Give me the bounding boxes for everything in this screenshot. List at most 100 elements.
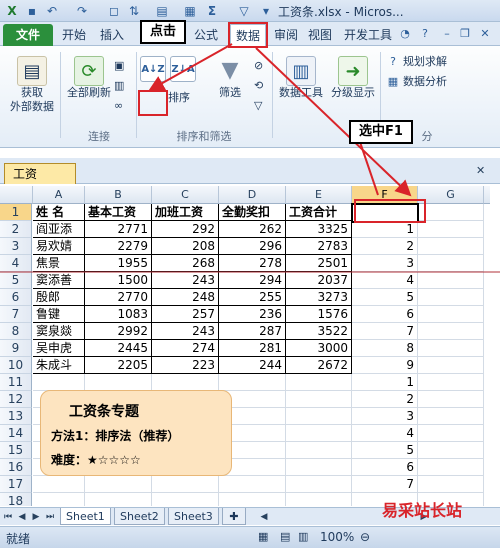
row-header[interactable]: 18: [0, 493, 32, 506]
table-cell[interactable]: 2037: [286, 272, 352, 289]
normal-view-icon[interactable]: ▦: [258, 530, 268, 543]
table-cell[interactable]: 2205: [85, 357, 152, 374]
row-header[interactable]: 16: [0, 459, 32, 476]
tab-insert[interactable]: 插入: [96, 24, 128, 46]
helper-cell[interactable]: 7: [352, 323, 418, 340]
empty-cell[interactable]: [418, 391, 484, 408]
table-cell[interactable]: 287: [219, 323, 286, 340]
solver-button[interactable]: ? 规划求解: [386, 54, 447, 70]
table-cell[interactable]: 248: [152, 289, 219, 306]
refresh-all-button[interactable]: ⟳ 全部刷新: [64, 56, 114, 100]
sum-icon[interactable]: Σ: [204, 3, 220, 19]
table-cell[interactable]: 223: [152, 357, 219, 374]
zoom-out-icon[interactable]: ⊖: [360, 530, 370, 544]
clear-filter-icon[interactable]: ⊘: [254, 58, 263, 74]
table-cell[interactable]: 255: [219, 289, 286, 306]
table-cell[interactable]: 236: [219, 306, 286, 323]
prev-sheet-icon[interactable]: ◀: [16, 510, 28, 524]
empty-cell[interactable]: [418, 476, 484, 493]
sheet-tab-sheet1[interactable]: Sheet1: [60, 508, 111, 525]
empty-cell[interactable]: [85, 374, 152, 391]
empty-cell[interactable]: [152, 493, 219, 506]
redo-icon[interactable]: ↷: [74, 3, 90, 19]
get-external-data-button[interactable]: ▤ 获取 外部数据: [8, 56, 56, 114]
table-cell[interactable]: 3000: [286, 340, 352, 357]
empty-cell[interactable]: [418, 272, 484, 289]
empty-cell[interactable]: [219, 476, 286, 493]
page-break-icon[interactable]: ▥: [298, 530, 308, 543]
more-icon[interactable]: ▾: [258, 3, 274, 19]
row-header[interactable]: 2: [0, 221, 32, 238]
tab-home[interactable]: 开始: [58, 24, 90, 46]
advanced-filter-icon[interactable]: ▽: [254, 98, 262, 114]
table-cell[interactable]: 1500: [85, 272, 152, 289]
empty-cell[interactable]: [219, 493, 286, 506]
help-circle-icon[interactable]: ◔: [398, 27, 412, 41]
empty-cell[interactable]: [418, 340, 484, 357]
sort-button[interactable]: 排序: [168, 90, 190, 106]
helper-cell[interactable]: 4: [352, 425, 418, 442]
workbook-close-icon[interactable]: ✕: [476, 164, 485, 177]
row-header[interactable]: 13: [0, 408, 32, 425]
save-icon[interactable]: ▪: [24, 3, 40, 19]
row-header[interactable]: 4: [0, 255, 32, 272]
filter-button[interactable]: ▼ 筛选: [212, 56, 248, 100]
empty-cell[interactable]: [418, 374, 484, 391]
table-cell[interactable]: 1083: [85, 306, 152, 323]
column-header[interactable]: A: [33, 186, 85, 204]
excel-logo-icon[interactable]: X: [4, 3, 20, 19]
table-cell[interactable]: 3325: [286, 221, 352, 238]
tab-file[interactable]: 文件: [3, 24, 53, 46]
helper-cell[interactable]: 3: [352, 255, 418, 272]
empty-cell[interactable]: [286, 408, 352, 425]
helper-cell[interactable]: 2: [352, 238, 418, 255]
table-cell[interactable]: 2672: [286, 357, 352, 374]
table-cell[interactable]: 294: [219, 272, 286, 289]
table-cell[interactable]: 262: [219, 221, 286, 238]
table-cell[interactable]: 2770: [85, 289, 152, 306]
table-cell[interactable]: 朱成斗: [33, 357, 85, 374]
helper-cell[interactable]: 9: [352, 357, 418, 374]
data-tools-button[interactable]: ▥ 数据工具: [276, 56, 326, 100]
empty-cell[interactable]: [286, 476, 352, 493]
restore-icon[interactable]: ❐: [458, 27, 472, 41]
table-header-cell[interactable]: 全勤奖扣: [219, 204, 286, 221]
row-header[interactable]: 3: [0, 238, 32, 255]
reapply-icon[interactable]: ⟲: [254, 78, 263, 94]
helper-cell[interactable]: 5: [352, 289, 418, 306]
table-header-cell[interactable]: 加班工资: [152, 204, 219, 221]
table-cell[interactable]: 243: [152, 323, 219, 340]
tab-developer[interactable]: 开发工具: [340, 24, 396, 46]
print-preview-icon[interactable]: ◻: [106, 3, 122, 19]
empty-cell[interactable]: [418, 306, 484, 323]
table-cell[interactable]: 2501: [286, 255, 352, 272]
properties-icon[interactable]: ▥: [114, 78, 124, 94]
empty-cell[interactable]: [418, 289, 484, 306]
first-sheet-icon[interactable]: ⏮: [2, 510, 14, 524]
scroll-left-icon[interactable]: ◀: [258, 510, 270, 524]
row-header[interactable]: 10: [0, 357, 32, 374]
empty-cell[interactable]: [219, 374, 286, 391]
sheet-tab-sheet3[interactable]: Sheet3: [168, 508, 219, 525]
insert-sheet-icon[interactable]: ✚: [222, 508, 246, 525]
table-header-cell[interactable]: 基本工资: [85, 204, 152, 221]
table-header-cell[interactable]: 工资合计: [286, 204, 352, 221]
minimize-icon[interactable]: –: [440, 27, 454, 41]
table-cell[interactable]: 3273: [286, 289, 352, 306]
table-cell[interactable]: 阎亚添: [33, 221, 85, 238]
empty-cell[interactable]: [418, 408, 484, 425]
empty-cell[interactable]: [286, 425, 352, 442]
table-cell[interactable]: 296: [219, 238, 286, 255]
table-cell[interactable]: 274: [152, 340, 219, 357]
column-header[interactable]: [484, 186, 490, 204]
column-header[interactable]: D: [219, 186, 286, 204]
sort-icon[interactable]: ⇅: [126, 3, 142, 19]
table-cell[interactable]: 2771: [85, 221, 152, 238]
sort-za-button[interactable]: Z↓A: [168, 56, 198, 82]
tab-review[interactable]: 审阅: [270, 24, 302, 46]
outline-button[interactable]: ➜ 分级显示: [328, 56, 378, 100]
table-cell[interactable]: 2992: [85, 323, 152, 340]
table-cell[interactable]: 1955: [85, 255, 152, 272]
empty-cell[interactable]: [85, 476, 152, 493]
helper-cell[interactable]: 5: [352, 442, 418, 459]
